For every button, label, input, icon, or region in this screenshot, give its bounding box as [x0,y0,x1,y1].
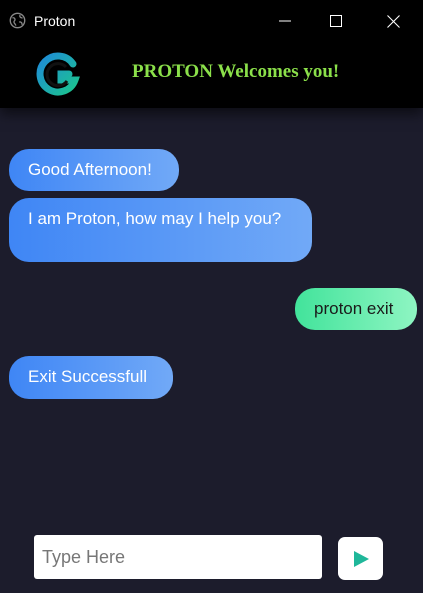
send-button[interactable] [338,537,383,580]
message-input[interactable] [34,535,322,579]
welcome-title: PROTON Welcomes you! [132,61,340,82]
chat-area: Good Afternoon! I am Proton, how may I h… [0,108,423,518]
window-title: Proton [34,13,76,29]
g-logo-icon [36,52,80,96]
user-message: proton exit [295,288,417,330]
close-button[interactable] [370,0,416,42]
title-bar: Proton [0,0,423,42]
bot-message: Good Afternoon! [9,149,179,191]
bot-message: Exit Successfull [9,356,173,399]
globe-icon [9,12,26,29]
welcome-banner: PROTON Welcomes you! [0,42,423,108]
close-icon [386,14,400,28]
maximize-button[interactable] [313,0,359,42]
maximize-icon [330,15,342,27]
minimize-icon [279,20,291,22]
message-input-box[interactable] [34,535,322,579]
send-play-icon [353,550,369,567]
bot-message: I am Proton, how may I help you? [9,198,312,262]
minimize-button[interactable] [262,0,308,42]
